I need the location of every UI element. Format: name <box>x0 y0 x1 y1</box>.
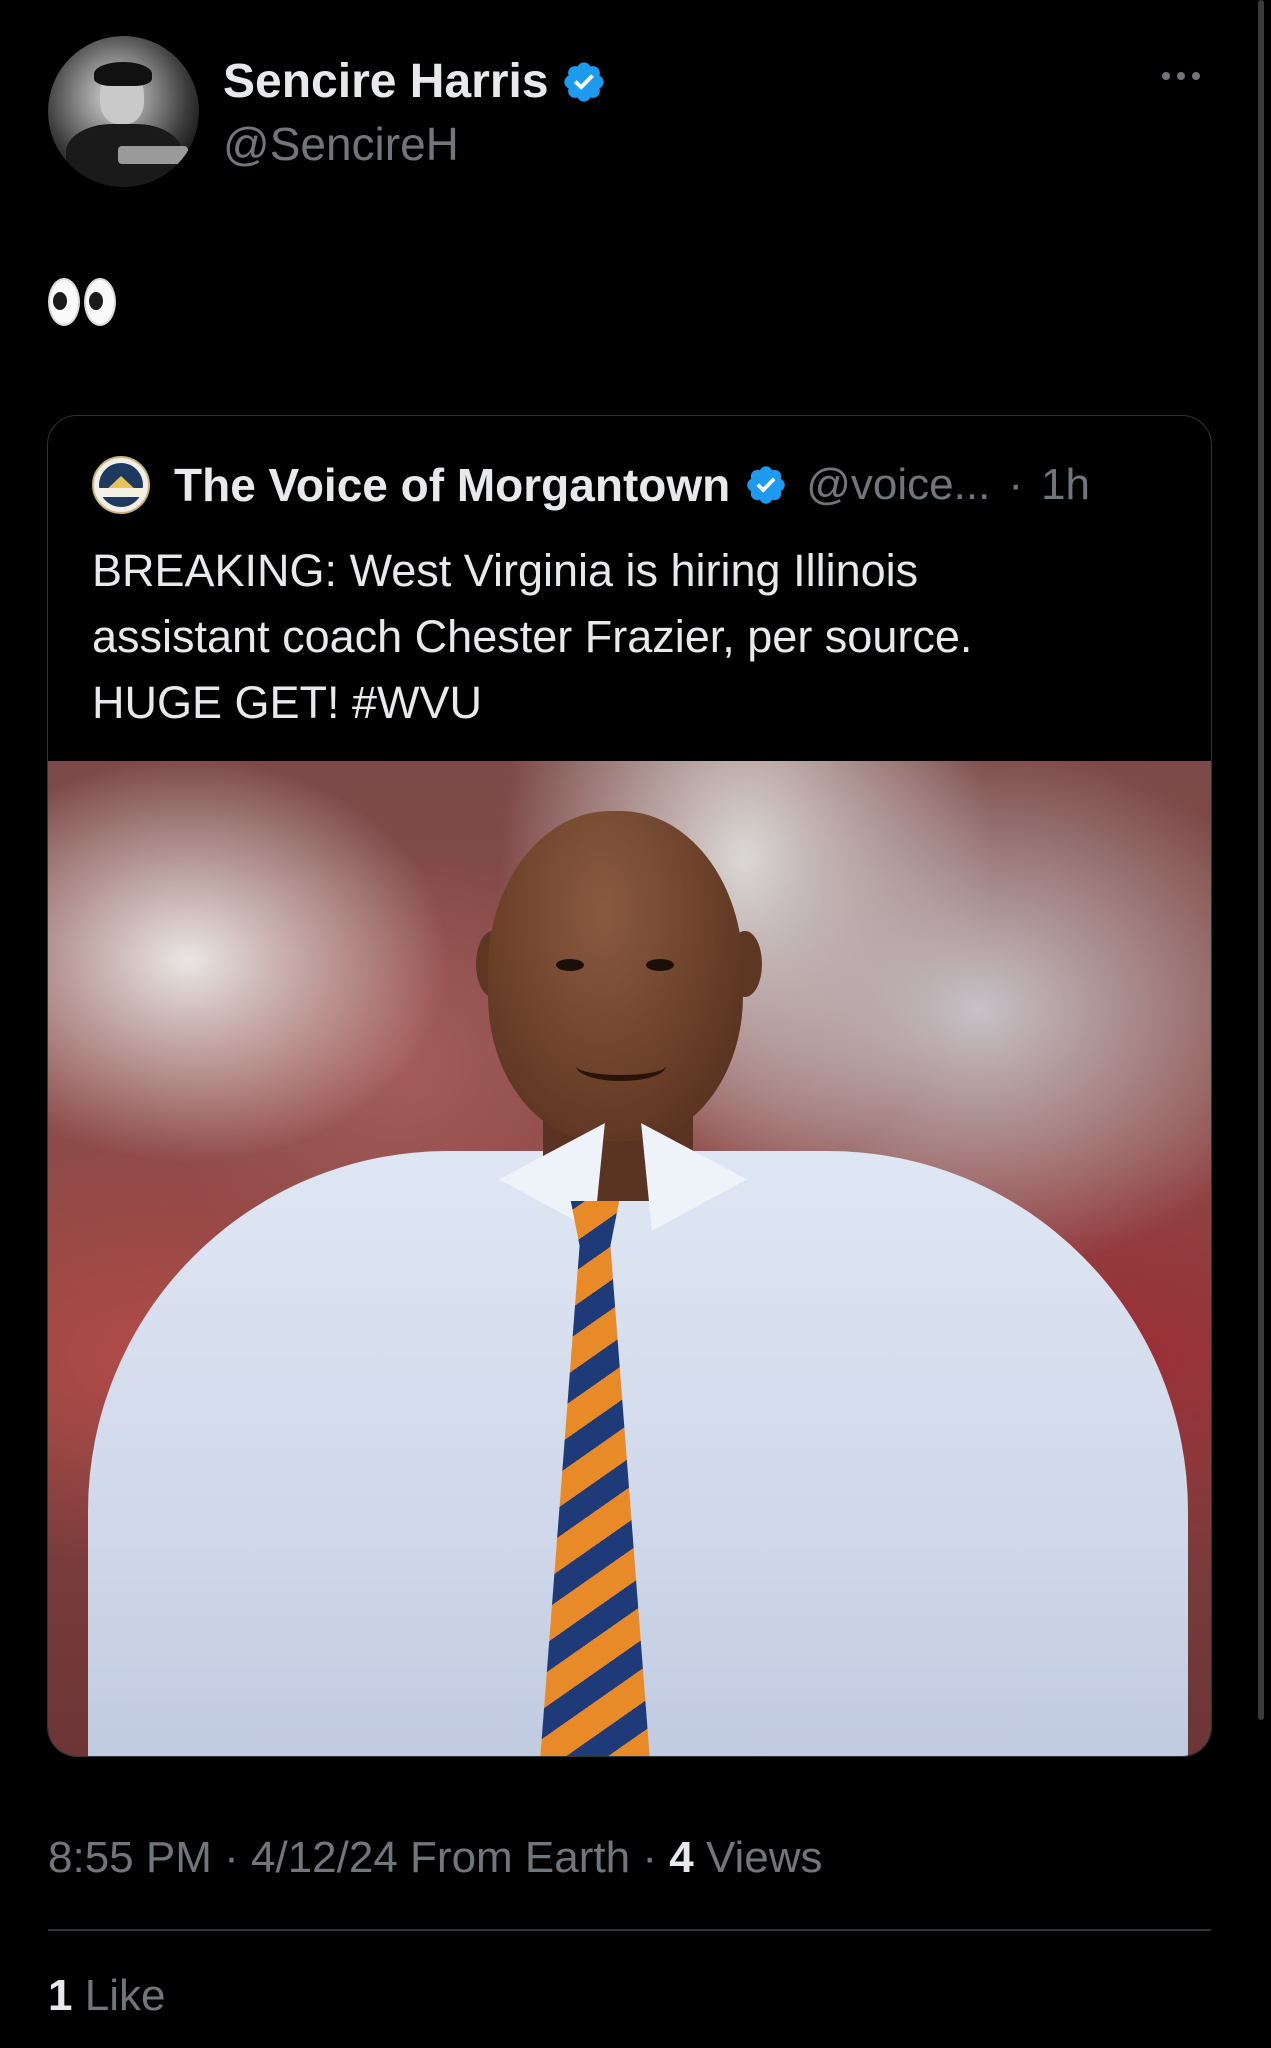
likes-count[interactable]: 1 <box>48 1971 72 2020</box>
more-dot <box>1192 72 1200 80</box>
scrollbar[interactable] <box>1258 0 1264 1720</box>
likes-label[interactable]: Like <box>85 1971 166 2020</box>
tweet-source: From Earth <box>410 1833 631 1882</box>
tweet-time[interactable]: 8:55 PM <box>48 1833 212 1882</box>
verified-badge-icon <box>747 466 786 504</box>
quoted-tweet-card[interactable]: The Voice of Morgantown @voice... · 1h B… <box>47 415 1212 1757</box>
views-label[interactable]: Views <box>706 1833 823 1882</box>
verified-badge-icon <box>563 62 604 102</box>
photo-eye <box>646 959 674 971</box>
author-display-name[interactable]: Sencire Harris <box>223 52 549 112</box>
tweet-page: Sencire Harris @SencireH The Voice of Mo… <box>0 0 1271 2048</box>
quoted-avatar-icon[interactable] <box>92 456 150 514</box>
more-dot <box>1162 72 1170 80</box>
quoted-time[interactable]: 1h <box>1041 460 1090 510</box>
more-dot <box>1177 72 1185 80</box>
logo-band <box>99 488 143 497</box>
avatar-figure-desk <box>118 146 188 164</box>
quoted-text: BREAKING: West Virginia is hiring Illino… <box>92 538 1172 736</box>
likes-row[interactable]: 1 Like <box>48 1966 165 2026</box>
quoted-header: The Voice of Morgantown @voice... · 1h <box>92 456 1090 514</box>
eye-left <box>48 278 80 326</box>
author-name-row[interactable]: Sencire Harris <box>223 52 607 112</box>
quoted-separator: · <box>1008 460 1023 509</box>
author-avatar[interactable] <box>48 36 199 187</box>
quoted-text-line: BREAKING: West Virginia is hiring Illino… <box>92 545 919 596</box>
avatar-figure-hair <box>94 62 152 86</box>
photo-eye <box>556 959 584 971</box>
quoted-text-line: assistant coach Chester Frazier, per sou… <box>92 611 973 662</box>
author-handle[interactable]: @SencireH <box>223 114 459 174</box>
quoted-display-name[interactable]: The Voice of Morgantown <box>174 458 730 512</box>
more-options-icon[interactable] <box>1162 72 1200 80</box>
quoted-photo[interactable] <box>48 761 1211 1756</box>
eyes-emoji <box>48 278 116 338</box>
photo-head <box>488 811 743 1141</box>
meta-separator: · <box>642 1833 657 1882</box>
quoted-handle[interactable]: @voice... <box>806 460 990 510</box>
divider <box>48 1929 1211 1931</box>
quoted-text-line: HUGE GET! #WVU <box>92 677 483 728</box>
tweet-date[interactable]: 4/12/24 <box>251 1833 398 1882</box>
tweet-meta: 8:55 PM · 4/12/24 From Earth · 4 Views <box>48 1828 823 1888</box>
photo-smile <box>576 1051 666 1081</box>
views-count[interactable]: 4 <box>669 1833 693 1882</box>
eye-right <box>84 278 116 326</box>
meta-separator: · <box>224 1833 239 1882</box>
